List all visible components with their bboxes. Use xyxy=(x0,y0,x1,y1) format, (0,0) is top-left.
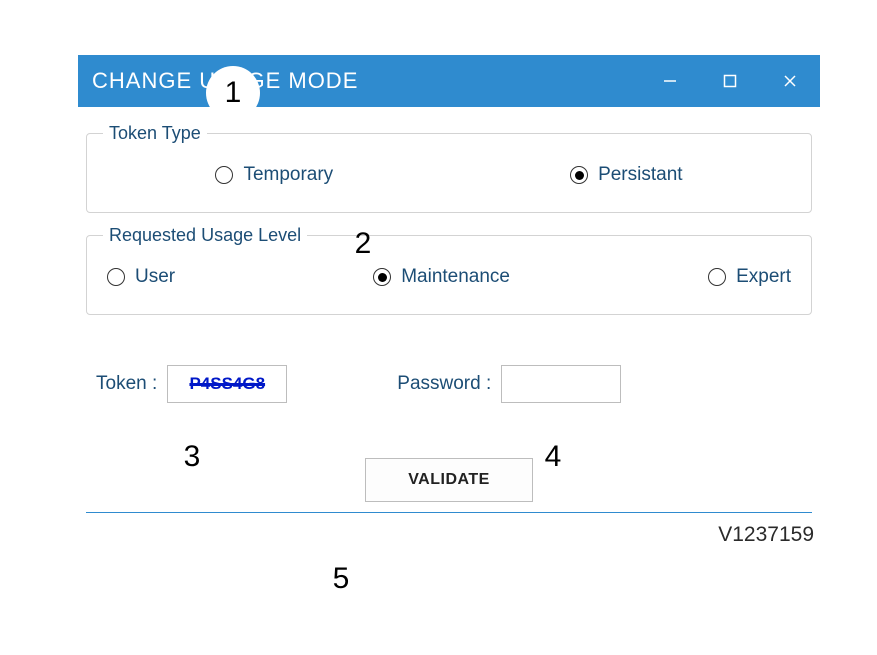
radio-label: User xyxy=(135,266,175,288)
window-controls xyxy=(640,55,820,107)
radio-icon xyxy=(373,268,391,286)
titlebar: CHANGE USAGE MODE xyxy=(78,55,820,107)
usage-level-group: Requested Usage Level User Maintenance E… xyxy=(86,225,812,315)
maximize-button[interactable] xyxy=(700,55,760,107)
radio-icon xyxy=(215,166,233,184)
radio-label: Expert xyxy=(736,266,791,288)
annotation-1: 1 xyxy=(206,66,260,120)
token-type-legend: Token Type xyxy=(103,123,207,144)
token-type-group: Token Type Temporary Persistant xyxy=(86,123,812,213)
radio-label: Temporary xyxy=(243,164,333,186)
annotation-5: 5 xyxy=(314,552,368,606)
annotation-2: 2 xyxy=(336,217,390,271)
maximize-icon xyxy=(723,74,737,88)
close-icon xyxy=(783,74,797,88)
token-input[interactable] xyxy=(167,365,287,403)
radio-label: Maintenance xyxy=(401,266,510,288)
token-label: Token : xyxy=(96,373,157,395)
footer-code: V1237159 xyxy=(718,523,814,547)
minimize-button[interactable] xyxy=(640,55,700,107)
annotation-3: 3 xyxy=(165,430,219,484)
radio-maintenance[interactable]: Maintenance xyxy=(373,266,510,288)
radio-icon xyxy=(708,268,726,286)
password-input[interactable] xyxy=(501,365,621,403)
inputs-row: Token : Password : xyxy=(86,365,812,403)
minimize-icon xyxy=(663,74,677,88)
usage-level-options: User Maintenance Expert xyxy=(97,266,801,288)
radio-icon xyxy=(107,268,125,286)
token-type-options: Temporary Persistant xyxy=(97,164,801,186)
radio-icon xyxy=(570,166,588,184)
radio-user[interactable]: User xyxy=(107,266,175,288)
token-field-group: Token : xyxy=(96,365,287,403)
separator-line xyxy=(86,512,812,513)
radio-persistant[interactable]: Persistant xyxy=(570,164,682,186)
usage-level-legend: Requested Usage Level xyxy=(103,225,307,246)
radio-temporary[interactable]: Temporary xyxy=(215,164,333,186)
radio-expert[interactable]: Expert xyxy=(708,266,791,288)
validate-button[interactable]: VALIDATE xyxy=(365,458,533,502)
radio-label: Persistant xyxy=(598,164,682,186)
close-button[interactable] xyxy=(760,55,820,107)
password-field-group: Password : xyxy=(397,365,621,403)
annotation-4: 4 xyxy=(526,430,580,484)
password-label: Password : xyxy=(397,373,491,395)
